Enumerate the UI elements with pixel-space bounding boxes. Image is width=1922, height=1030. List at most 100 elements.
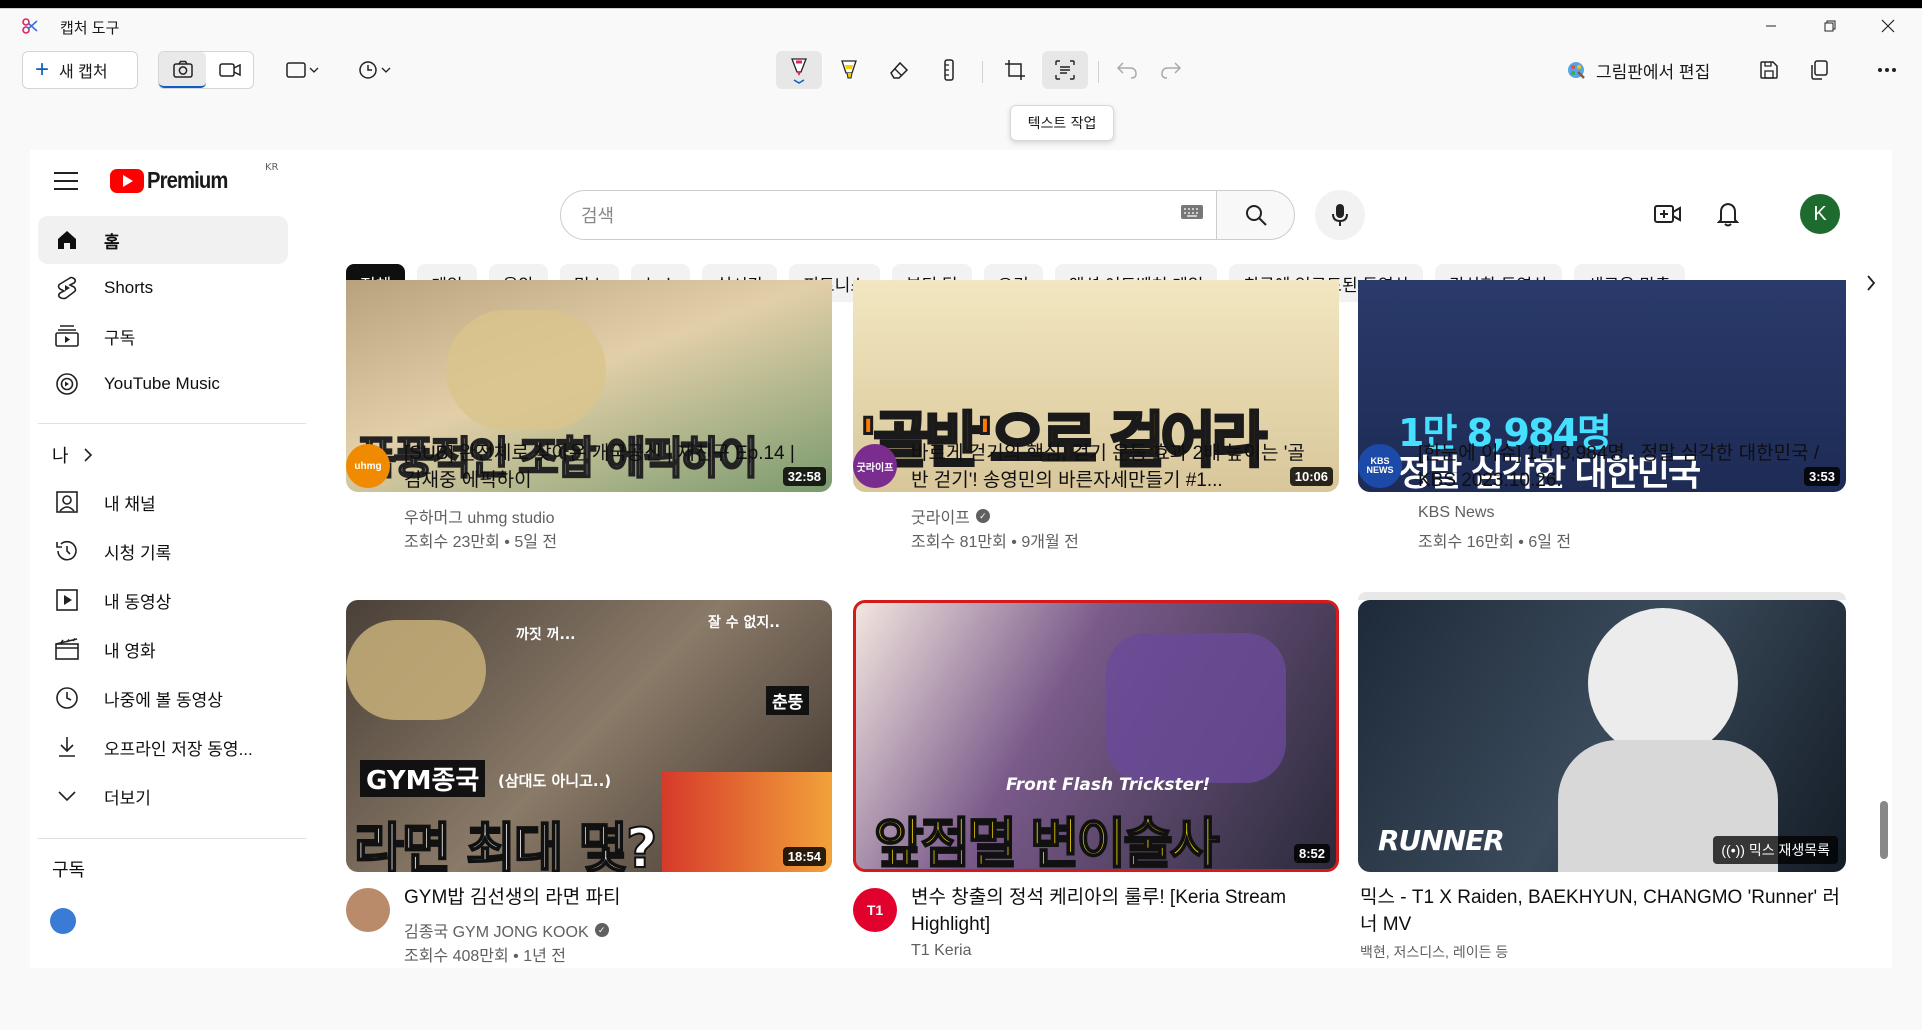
sidebar-divider (38, 838, 306, 839)
pen-tool-button[interactable] (776, 51, 822, 89)
video-thumbnail[interactable]: 까짓 꺼... 잘 수 없지.. 춘뚱 GYM종국 (삼대도 아니고..) 라면… (346, 600, 832, 872)
video-title[interactable]: 바르게 걷기의 핵심, 걷기 운동 효과 2배 높이는 '골반 걷기'! 송영민… (911, 440, 1311, 494)
video-title[interactable]: 믹스 - T1 X Raiden, BAEKHYUN, CHANGMO 'Run… (1360, 884, 1840, 938)
redo-button[interactable] (1148, 51, 1194, 89)
highlighter-button[interactable] (826, 51, 872, 89)
channel-avatar[interactable] (346, 888, 390, 932)
copy-icon (1811, 60, 1828, 80)
thumbnail-text: 앞점멸 변이술사 (873, 811, 1221, 872)
restore-button[interactable] (1805, 9, 1855, 43)
sidebar-item-subscriptions[interactable]: 구독 (38, 312, 288, 360)
save-icon (1760, 61, 1778, 79)
channel-avatar[interactable]: T1 (853, 888, 897, 932)
subscription-avatar[interactable] (50, 908, 76, 934)
me-heading-label: 나 (52, 446, 69, 466)
channel-name-label: T1 Keria (911, 942, 972, 959)
my-videos-icon (54, 587, 80, 613)
shorts-icon (54, 275, 80, 301)
crop-button[interactable] (992, 51, 1038, 89)
search-button[interactable] (1217, 190, 1295, 240)
sidebar-item-my-videos[interactable]: 내 동영상 (38, 576, 288, 624)
account-avatar[interactable]: K (1800, 194, 1840, 234)
voice-search-button[interactable] (1315, 190, 1365, 240)
history-icon (54, 538, 80, 564)
save-button[interactable] (1746, 51, 1792, 89)
camera-icon (172, 60, 193, 78)
sidebar-item-label: 홈 (104, 232, 120, 252)
edit-in-paint-button[interactable]: 그림판에서 편집 (1566, 51, 1710, 89)
window-title: 캡처 도구 (60, 20, 120, 37)
channel-name[interactable]: 우하머그 uhmg studio (404, 504, 555, 528)
mix-label: 믹스 재생목록 (1748, 842, 1830, 858)
copy-button[interactable] (1796, 51, 1842, 89)
video-title[interactable]: [한눈에 이슈] 1만 8,984명.. 정말 심각한 대한민국 / KBS 2… (1418, 440, 1838, 494)
channel-name[interactable]: T1 Keria (911, 942, 971, 960)
text-actions-icon (1055, 60, 1075, 80)
create-button[interactable] (1654, 200, 1682, 228)
close-button[interactable] (1863, 9, 1913, 43)
sidebar-item-my-movies[interactable]: 내 영화 (38, 625, 288, 673)
keyboard-icon[interactable] (1180, 204, 1204, 220)
delay-dropdown[interactable] (350, 51, 400, 89)
close-icon (1881, 19, 1895, 33)
bell-icon (1717, 202, 1739, 227)
youtube-play-icon (110, 168, 144, 193)
chevron-right-icon (1867, 275, 1876, 291)
channel-avatar[interactable]: uhmg (346, 444, 390, 488)
snip-shape-dropdown[interactable] (278, 51, 328, 89)
sidebar-me-heading[interactable]: 나 (52, 442, 93, 468)
thumbnail-art (1106, 633, 1286, 783)
search-input[interactable]: 검색 (560, 190, 1217, 240)
channel-avatar[interactable]: KBS NEWS (1358, 444, 1402, 488)
more-options-button[interactable] (1864, 51, 1910, 89)
scrollbar-thumb[interactable] (1880, 801, 1888, 859)
sidebar-item-youtube-music[interactable]: YouTube Music (38, 360, 288, 408)
redo-icon (1161, 62, 1182, 79)
channel-name[interactable]: KBS News (1418, 504, 1494, 522)
thumbnail-text: 라면 최대 몇? (353, 816, 658, 872)
sidebar-item-shorts[interactable]: Shorts (38, 264, 288, 312)
chevron-down-icon (54, 783, 80, 809)
toolbar-separator (982, 61, 983, 83)
video-title[interactable]: 변수 창출의 정석 케리아의 룰루! [Keria Stream Highlig… (911, 884, 1311, 938)
youtube-premium-logo[interactable]: Premium KR (110, 162, 279, 194)
eraser-button[interactable] (876, 51, 922, 89)
channel-avatar[interactable]: 굿라이프 (853, 444, 897, 488)
video-thumbnail[interactable]: RUNNER ((•)) 믹스 재생목록 (1358, 600, 1846, 872)
new-capture-button[interactable]: + 새 캡처 (22, 51, 138, 89)
sidebar-item-my-channel[interactable]: 내 채널 (38, 478, 288, 526)
channel-name[interactable]: 김종국 GYM JONG KOOK ✓ (404, 918, 609, 942)
video-stats: 조회수 408만회 • 1년 전 (404, 948, 567, 965)
video-thumbnail[interactable]: Front Flash Trickster! 앞점멸 변이술사 8:52 (853, 600, 1339, 872)
sidebar-item-downloads[interactable]: 오프라인 저장 동영... (38, 723, 288, 771)
mix-playlist-badge: ((•)) 믹스 재생목록 (1713, 836, 1838, 864)
verified-icon: ✓ (594, 923, 609, 937)
home-icon (54, 227, 80, 253)
undo-button[interactable] (1104, 51, 1150, 89)
menu-icon[interactable] (54, 172, 78, 190)
capture-mode-group (158, 51, 254, 89)
channel-name[interactable]: 굿라이프 ✓ (911, 504, 990, 528)
sidebar-item-history[interactable]: 시청 기록 (38, 527, 288, 575)
sidebar-item-home[interactable]: 홈 (38, 216, 288, 264)
thumbnail-text: RUNNER (1378, 824, 1505, 857)
toolbar-separator (1098, 61, 1099, 83)
video-title[interactable]: GYM밥 김선생의 라면 파티 (404, 884, 804, 912)
screenshot-mode-button[interactable] (159, 52, 206, 88)
sidebar-item-watch-later[interactable]: 나중에 볼 동영상 (38, 674, 288, 722)
mix-stack-edge (1358, 592, 1846, 600)
mix-artists: 백현, 저스디스, 레이든 등 (1360, 944, 1509, 960)
verified-icon: ✓ (975, 509, 990, 523)
video-mode-button[interactable] (206, 52, 253, 88)
sidebar-item-label: 오프라인 저장 동영... (104, 739, 253, 759)
notifications-button[interactable] (1714, 200, 1742, 228)
sidebar-divider (38, 423, 306, 424)
sidebar-item-show-more[interactable]: 더보기 (38, 772, 288, 820)
video-title[interactable]: [SUB] 완전체로 찾아온 개국공신 | 재친구 Ep.14 | 김재중 에픽… (404, 440, 804, 494)
minimize-button[interactable] (1746, 9, 1796, 43)
thumbnail-text: Front Flash Trickster! (1006, 775, 1211, 795)
screen-top-border (0, 0, 1922, 8)
search-icon (1245, 205, 1267, 226)
text-actions-button[interactable] (1042, 51, 1088, 89)
ruler-button[interactable] (926, 51, 972, 89)
